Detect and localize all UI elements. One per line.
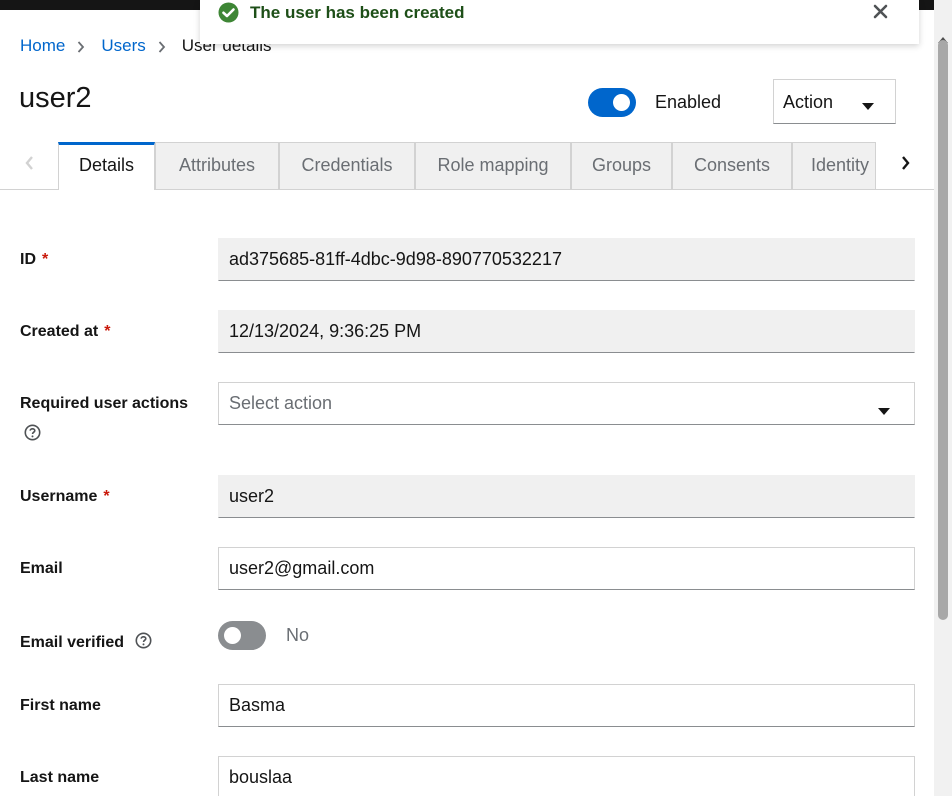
action-label: Action xyxy=(783,92,834,112)
action-dropdown-button[interactable]: Action xyxy=(773,79,896,124)
select-placeholder: Select action xyxy=(229,393,333,413)
tab-scroll-left-button[interactable] xyxy=(0,142,58,189)
toggle-knob xyxy=(613,94,630,111)
scrollbar-thumb[interactable] xyxy=(938,40,948,620)
last-name-input[interactable]: bouslaa xyxy=(218,756,915,796)
vertical-scrollbar[interactable] xyxy=(934,0,952,796)
required-actions-select[interactable]: Select action xyxy=(218,382,915,425)
check-circle-icon xyxy=(218,2,239,23)
first-name-label: First name xyxy=(20,697,101,714)
tab-bar: Details Attributes Credentials Role mapp… xyxy=(0,142,934,190)
first-name-input[interactable]: Basma xyxy=(218,684,915,727)
tab-identity[interactable]: Identity xyxy=(792,142,876,189)
email-label: Email xyxy=(20,560,63,577)
tab-groups[interactable]: Groups xyxy=(571,142,672,189)
enabled-label: Enabled xyxy=(655,92,722,112)
email-input[interactable]: user2@gmail.com xyxy=(218,547,915,590)
caret-down-icon xyxy=(862,98,874,116)
alert-title: The user has been created xyxy=(250,3,465,22)
close-icon[interactable] xyxy=(871,2,891,22)
tab-role-mapping[interactable]: Role mapping xyxy=(415,142,571,189)
tab-details[interactable]: Details xyxy=(58,142,155,190)
page-title: user2 xyxy=(19,82,92,114)
id-field: ad375685-81ff-4dbc-9d98-890770532217 xyxy=(218,238,915,281)
last-name-label: Last name xyxy=(20,769,100,786)
created-at-field: 12/13/2024, 9:36:25 PM xyxy=(218,310,915,353)
tab-scroll-right-button[interactable] xyxy=(876,142,934,189)
tab-credentials[interactable]: Credentials xyxy=(279,142,415,189)
created-at-label: Created at * xyxy=(20,323,111,340)
chevron-right-icon xyxy=(901,156,910,175)
help-icon[interactable] xyxy=(24,424,41,446)
chevron-left-icon xyxy=(24,156,34,175)
username-label: Username * xyxy=(20,488,110,505)
chevron-right-icon xyxy=(146,37,182,55)
breadcrumb-users-link[interactable]: Users xyxy=(101,36,145,56)
tab-consents[interactable]: Consents xyxy=(672,142,792,189)
email-verified-toggle[interactable] xyxy=(218,621,266,650)
breadcrumb-home-link[interactable]: Home xyxy=(20,36,65,56)
success-alert: The user has been created xyxy=(200,0,919,44)
username-field: user2 xyxy=(218,475,915,518)
chevron-right-icon xyxy=(65,37,101,55)
enabled-toggle[interactable] xyxy=(588,88,636,117)
id-label: ID * xyxy=(20,251,49,268)
tab-attributes[interactable]: Attributes xyxy=(155,142,279,189)
toggle-knob xyxy=(224,627,241,644)
help-icon[interactable] xyxy=(135,632,152,654)
email-verified-value: No xyxy=(286,625,310,645)
email-verified-label: Email verified xyxy=(20,632,152,654)
required-actions-label: Required user actions xyxy=(20,395,189,412)
caret-down-icon xyxy=(878,400,890,421)
